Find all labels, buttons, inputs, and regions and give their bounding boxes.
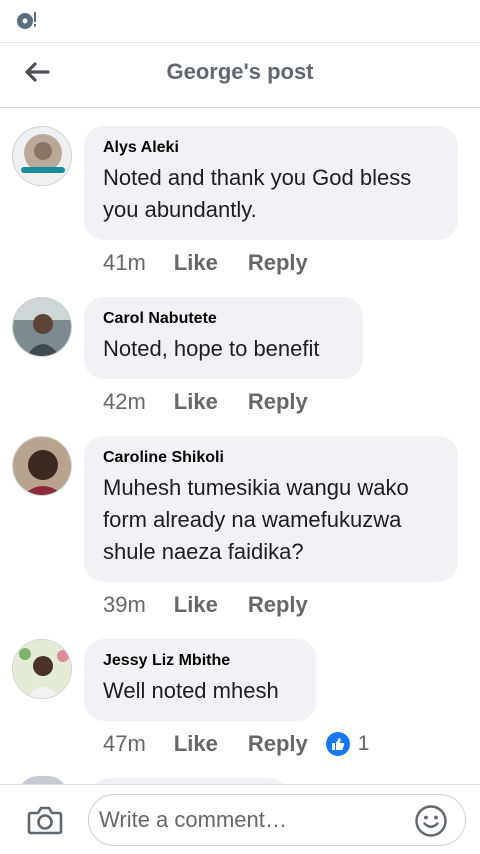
comment-bubble: Alys Aleki Noted and thank you God bless… xyxy=(84,126,458,240)
comment-author[interactable]: Caroline Shikoli xyxy=(103,448,438,468)
comment-text: Noted, hope to benefit xyxy=(103,336,320,361)
page-title: George's post xyxy=(166,59,314,84)
comment-bubble: Carol Nabutete Noted, hope to benefit xyxy=(84,297,363,379)
comment-actions: 42m Like Reply xyxy=(103,387,338,417)
comment-time: 42m xyxy=(103,389,146,414)
comment-composer xyxy=(0,784,480,854)
reply-button[interactable]: Reply xyxy=(248,731,308,757)
comment-time: 39m xyxy=(103,592,146,617)
avatar xyxy=(18,776,68,784)
like-button[interactable]: Like xyxy=(174,250,218,276)
reply-button[interactable]: Reply xyxy=(248,250,308,276)
avatar[interactable] xyxy=(12,126,72,186)
thumbs-up-icon[interactable] xyxy=(325,732,350,756)
comment-bubble: Jessy Liz Mbithe Well noted mhesh xyxy=(84,639,317,721)
avatar[interactable] xyxy=(12,297,72,357)
comment-author[interactable]: Carol Nabutete xyxy=(103,309,343,329)
reaction-count[interactable]: 1 xyxy=(358,732,370,756)
comment-input[interactable] xyxy=(88,794,466,846)
comments-list: Alys Aleki Noted and thank you God bless… xyxy=(0,108,480,784)
disc-alert-icon xyxy=(17,12,36,29)
like-button[interactable]: Like xyxy=(174,592,218,618)
comment-actions: 47m Like Reply 1 xyxy=(103,729,369,759)
comment-author[interactable]: Jessy Liz Mbithe xyxy=(103,651,297,671)
comment-text: Muhesh tumesikia wangu wako form already… xyxy=(103,475,409,564)
comment-time: 47m xyxy=(103,731,146,756)
like-button[interactable]: Like xyxy=(174,731,218,757)
status-bar xyxy=(0,0,480,42)
comment-bubble: Caroline Shikoli Muhesh tumesikia wangu … xyxy=(84,436,458,582)
comment-author[interactable]: Alys Aleki xyxy=(103,138,438,158)
reply-button[interactable]: Reply xyxy=(248,592,308,618)
reply-button[interactable]: Reply xyxy=(248,389,308,415)
avatar[interactable] xyxy=(12,639,72,699)
camera-icon[interactable] xyxy=(26,801,64,839)
comment-actions: 41m Like Reply xyxy=(103,248,338,278)
comment-actions: 39m Like Reply xyxy=(103,590,338,620)
post-header: George's post xyxy=(0,42,480,108)
comment-time: 41m xyxy=(103,250,146,275)
comment-text: Noted and thank you God bless you abunda… xyxy=(103,165,412,222)
comment-text: Well noted mhesh xyxy=(103,678,279,703)
like-button[interactable]: Like xyxy=(174,389,218,415)
avatar[interactable] xyxy=(12,436,72,496)
smiley-icon[interactable] xyxy=(414,804,448,838)
